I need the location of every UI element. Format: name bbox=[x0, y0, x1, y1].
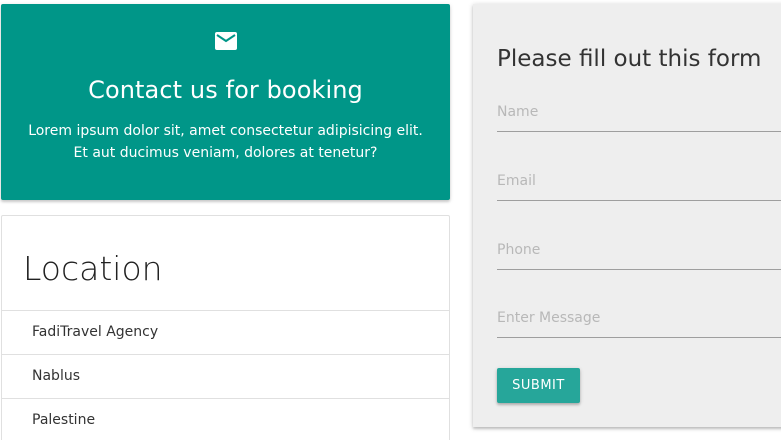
location-item-city: Nablus bbox=[2, 354, 449, 398]
submit-button[interactable]: SUBMIT bbox=[497, 368, 580, 403]
location-card: Location FadiTravel Agency Nablus Palest… bbox=[1, 215, 450, 440]
form-title: Please fill out this form bbox=[497, 46, 762, 72]
location-list: FadiTravel Agency Nablus Palestine bbox=[2, 310, 449, 440]
location-title: Location bbox=[23, 249, 163, 288]
mail-icon bbox=[215, 32, 237, 50]
email-field[interactable] bbox=[497, 167, 781, 201]
booking-page: Contact us for booking Lorem ipsum dolor… bbox=[0, 0, 781, 440]
contact-card: Contact us for booking Lorem ipsum dolor… bbox=[1, 4, 450, 200]
location-item-country: Palestine bbox=[2, 398, 449, 440]
phone-field[interactable] bbox=[497, 236, 781, 270]
contact-title: Contact us for booking bbox=[88, 76, 363, 104]
contact-description: Lorem ipsum dolor sit, amet consectetur … bbox=[28, 123, 423, 161]
booking-form-card: Please fill out this form SUBMIT bbox=[473, 4, 781, 427]
location-item-agency: FadiTravel Agency bbox=[2, 310, 449, 354]
message-field[interactable] bbox=[497, 304, 781, 338]
name-field[interactable] bbox=[497, 98, 781, 132]
